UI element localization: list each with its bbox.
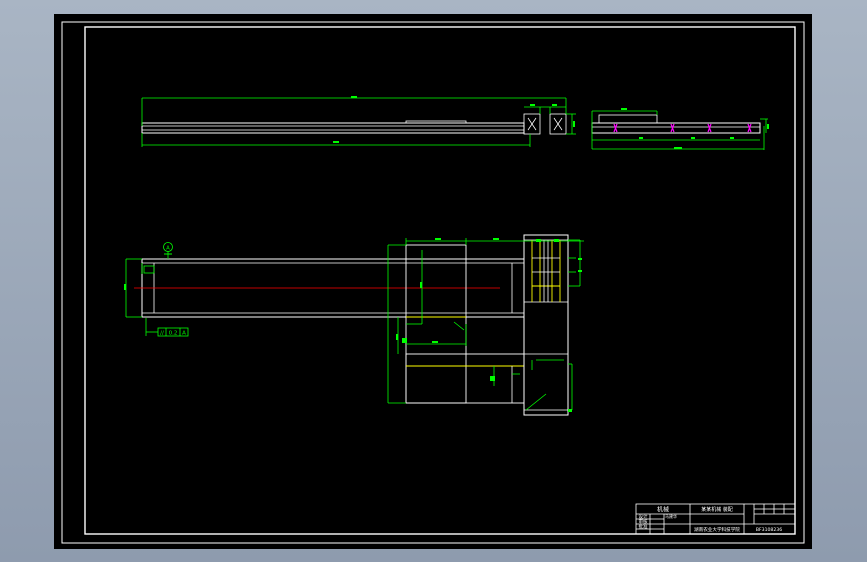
title-block-school: 湖南农业大学科技学院 [694, 526, 740, 533]
datum-label: A [166, 246, 170, 252]
outer-frame [61, 21, 805, 544]
parallelism-value: 0.2 [169, 331, 178, 337]
title-block-drawing-title: 某某机械 装配 [701, 506, 733, 513]
parallelism-symbol: // [160, 331, 164, 337]
datum-symbol: A [163, 242, 173, 259]
top-rail-view [141, 96, 576, 147]
cad-viewport[interactable]: A // 0.2 A 机械 设计 审核 批准 马建华 某某机械 装配 湖南农业大… [54, 14, 812, 549]
top-right-section-view [591, 108, 769, 150]
title-block-label-design: 设计 [639, 513, 648, 520]
main-assembly-view: A // 0.2 A [124, 234, 584, 416]
title-block-drawing-number: BF3108236 [756, 527, 782, 533]
title-block-header: 机械 [657, 506, 669, 514]
parallelism-datum: A [182, 331, 186, 337]
title-block-label-review: 审核 [639, 518, 648, 525]
parallelism-frame: // 0.2 A [146, 327, 189, 337]
title-block-drawer: 马建华 [665, 513, 677, 519]
end-plate [523, 234, 569, 416]
cad-drawing: A // 0.2 A 机械 设计 审核 批准 马建华 某某机械 装配 湖南农业大… [61, 21, 805, 544]
inner-frame [84, 26, 796, 535]
title-block-label-approve: 批准 [639, 523, 648, 530]
